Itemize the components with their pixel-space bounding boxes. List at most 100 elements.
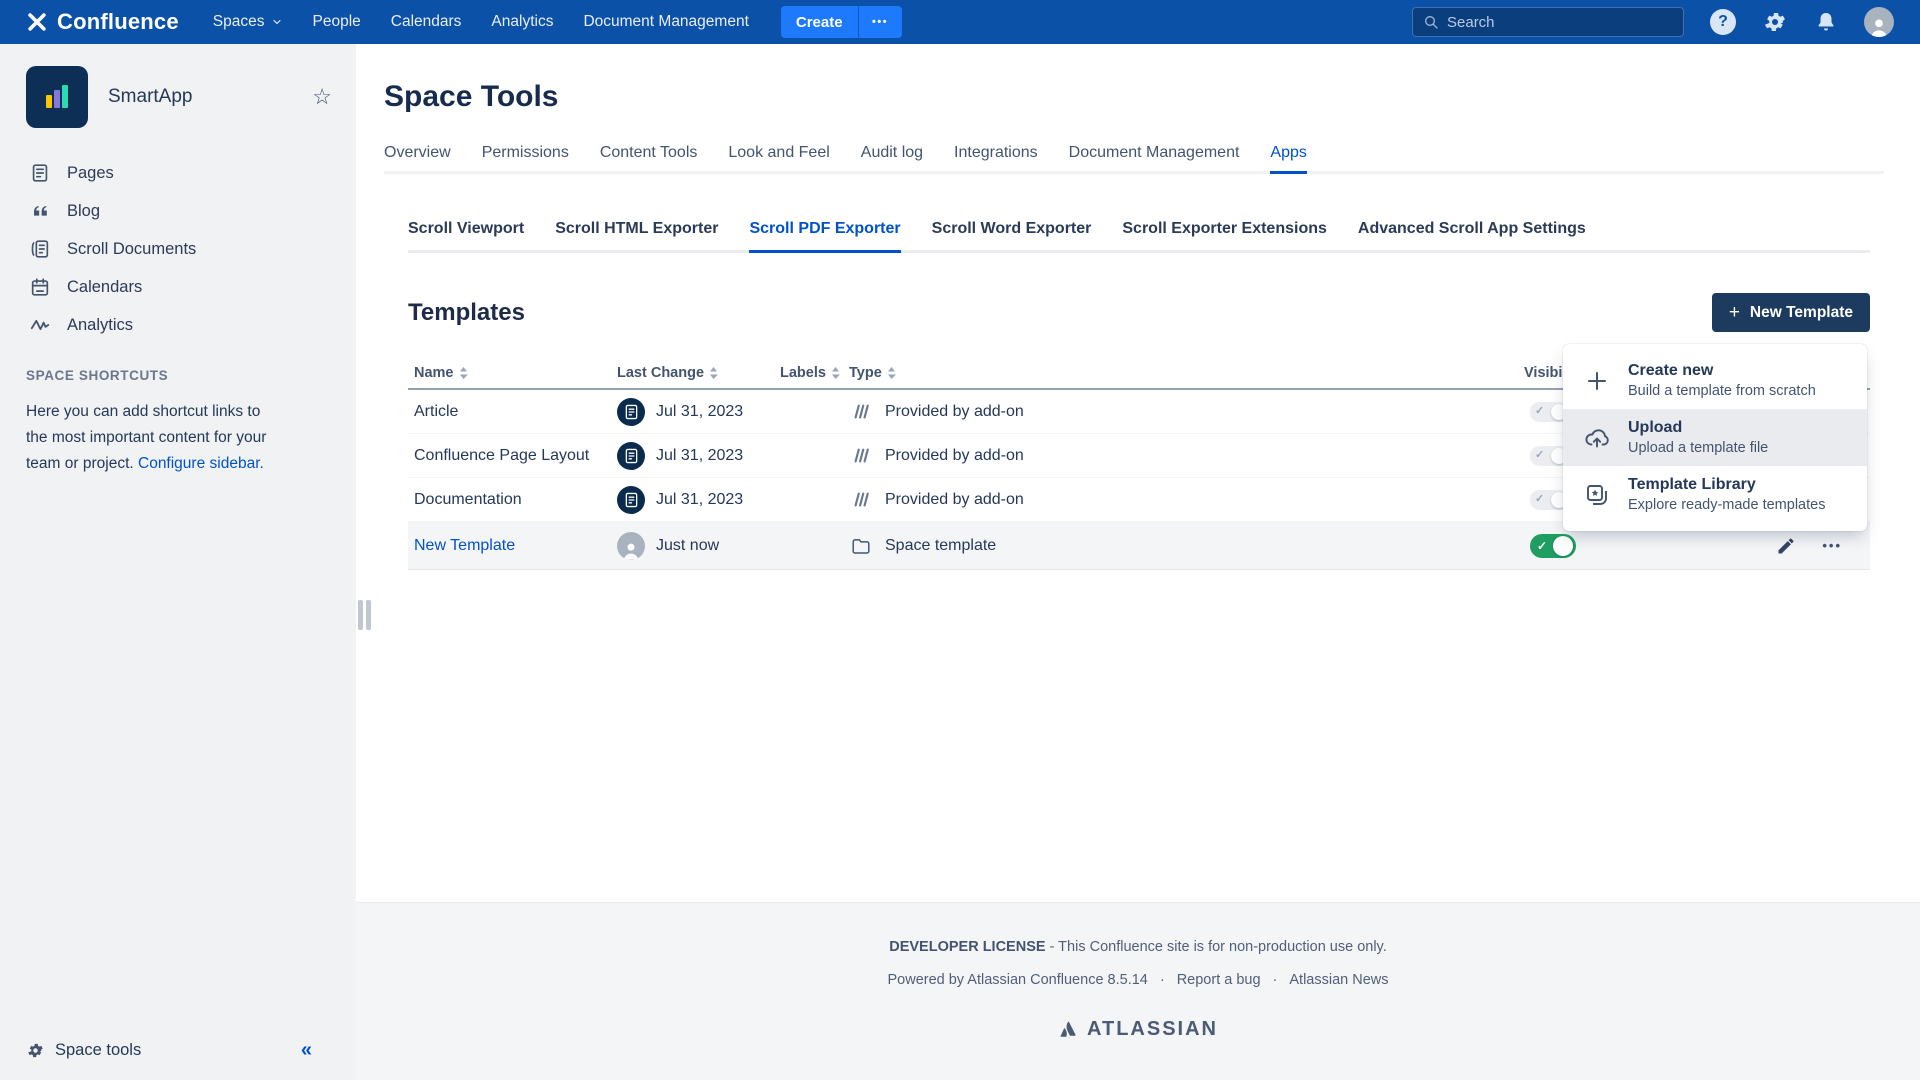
license-notice: DEVELOPER LICENSE - This Confluence site…	[356, 903, 1920, 955]
type-value: Provided by add-on	[885, 447, 1024, 465]
scroll-documents-icon	[28, 238, 52, 260]
tab-content-tools[interactable]: Content Tools	[600, 144, 698, 162]
addon-slashes-icon	[849, 491, 873, 508]
sidebar-menu: Pages Blog Scroll Documents Calendars	[26, 154, 332, 344]
user-avatar[interactable]	[1864, 7, 1894, 37]
tab-overview[interactable]: Overview	[384, 144, 451, 162]
configure-sidebar-link[interactable]: Configure sidebar.	[138, 455, 264, 472]
header-type[interactable]: Type	[849, 365, 896, 381]
primary-nav: Spaces People Calendars Analytics Docume…	[213, 13, 779, 31]
space-header: SmartApp ☆	[26, 66, 332, 128]
row-more-icon[interactable]: •••	[1822, 538, 1842, 553]
menu-item-create-new[interactable]: Create new Build a template from scratch	[1563, 352, 1867, 409]
nav-spaces[interactable]: Spaces	[213, 13, 283, 31]
new-template-dropdown: Create new Build a template from scratch…	[1563, 344, 1867, 531]
confluence-logo[interactable]: Confluence	[26, 9, 179, 35]
addon-avatar	[617, 442, 645, 470]
collapse-sidebar-button[interactable]: «	[301, 1040, 312, 1060]
nav-analytics[interactable]: Analytics	[491, 13, 553, 31]
tab-look-and-feel[interactable]: Look and Feel	[728, 144, 829, 162]
edit-pencil-icon[interactable]	[1776, 536, 1796, 556]
type-value: Space template	[885, 537, 996, 555]
powered-by-text: Powered by Atlassian Confluence 8.5.14	[887, 972, 1147, 988]
templates-heading: Templates	[408, 299, 525, 327]
subtab-advanced-scroll-app-settings[interactable]: Advanced Scroll App Settings	[1358, 220, 1586, 238]
type-value: Provided by add-on	[885, 403, 1024, 421]
sidebar-item-label: Calendars	[67, 278, 142, 297]
blog-icon	[28, 200, 52, 222]
favorite-star-icon[interactable]: ☆	[312, 86, 332, 108]
nav-people[interactable]: People	[313, 13, 361, 31]
addon-avatar	[617, 398, 645, 426]
create-more-button[interactable]: •••	[858, 6, 902, 38]
subtab-scroll-exporter-extensions[interactable]: Scroll Exporter Extensions	[1122, 220, 1327, 238]
pages-icon	[28, 162, 52, 184]
page-footer: DEVELOPER LICENSE - This Confluence site…	[356, 902, 1920, 1080]
sidebar-item-pages[interactable]: Pages	[26, 154, 332, 192]
tab-integrations[interactable]: Integrations	[954, 144, 1038, 162]
template-name-link[interactable]: New Template	[414, 537, 515, 554]
type-value: Provided by add-on	[885, 491, 1024, 509]
folder-icon	[849, 537, 873, 555]
last-change-value: Jul 31, 2023	[656, 403, 743, 421]
space-shortcuts-text: Here you can add shortcut links to the m…	[26, 399, 286, 477]
space-tools-gear-icon	[26, 1041, 45, 1060]
tab-apps[interactable]: Apps	[1270, 144, 1306, 162]
tab-permissions[interactable]: Permissions	[482, 144, 569, 162]
header-last-change[interactable]: Last Change	[617, 365, 718, 381]
sidebar-footer: Space tools «	[0, 1028, 356, 1072]
footer-links: Powered by Atlassian Confluence 8.5.14 ·…	[356, 972, 1920, 988]
sidebar-item-blog[interactable]: Blog	[26, 192, 332, 230]
header-labels[interactable]: Labels	[780, 365, 847, 381]
tab-audit-log[interactable]: Audit log	[861, 144, 923, 162]
settings-gear-icon[interactable]	[1762, 9, 1788, 35]
space-logo	[26, 66, 88, 128]
sidebar-item-label: Pages	[67, 164, 114, 183]
space-tools-label[interactable]: Space tools	[55, 1041, 141, 1060]
report-bug-link[interactable]: Report a bug	[1177, 972, 1261, 988]
search-icon	[1423, 14, 1439, 30]
sidebar-item-label: Scroll Documents	[67, 240, 196, 259]
visibility-toggle-on[interactable]: ✓	[1530, 534, 1576, 558]
sidebar-resize-handle[interactable]	[358, 600, 371, 630]
menu-item-upload[interactable]: Upload Upload a template file	[1563, 409, 1867, 466]
plus-icon: +	[1729, 303, 1740, 322]
subtab-scroll-word-exporter[interactable]: Scroll Word Exporter	[932, 220, 1092, 238]
search-box[interactable]	[1412, 7, 1684, 37]
user-avatar	[617, 532, 645, 560]
confluence-logo-icon	[26, 11, 48, 33]
create-button-group: Create •••	[781, 6, 902, 38]
create-button[interactable]: Create	[781, 6, 858, 38]
atlassian-logo: ATLASSIAN	[356, 1018, 1920, 1041]
nav-document-management[interactable]: Document Management	[583, 13, 748, 31]
main-area: Space Tools Overview Permissions Content…	[356, 44, 1920, 1080]
more-dots-icon: •••	[872, 16, 888, 28]
subtab-scroll-pdf-exporter[interactable]: Scroll PDF Exporter	[749, 220, 900, 238]
sidebar-item-calendars[interactable]: Calendars	[26, 268, 332, 306]
header-name[interactable]: Name	[414, 365, 614, 381]
template-name: Confluence Page Layout	[408, 447, 614, 465]
menu-item-template-library[interactable]: Template Library Explore ready-made temp…	[1563, 466, 1867, 523]
subtab-scroll-viewport[interactable]: Scroll Viewport	[408, 220, 524, 238]
notifications-bell-icon[interactable]	[1814, 10, 1838, 34]
sort-icon	[709, 366, 718, 380]
last-change-value: Jul 31, 2023	[656, 491, 743, 509]
nav-calendars[interactable]: Calendars	[391, 13, 462, 31]
sidebar-item-scroll-documents[interactable]: Scroll Documents	[26, 230, 332, 268]
template-library-icon	[1583, 483, 1611, 507]
help-icon[interactable]: ?	[1710, 9, 1736, 35]
space-sidebar: SmartApp ☆ Pages Blog Scroll Document	[0, 44, 356, 1080]
tab-document-management[interactable]: Document Management	[1069, 144, 1240, 162]
last-change-value: Jul 31, 2023	[656, 447, 743, 465]
atlassian-news-link[interactable]: Atlassian News	[1289, 972, 1388, 988]
search-input[interactable]	[1447, 14, 1673, 31]
top-nav-right: ?	[1412, 7, 1894, 37]
plus-icon	[1583, 369, 1611, 393]
brand-name: Confluence	[57, 9, 179, 35]
cloud-upload-icon	[1583, 426, 1611, 450]
analytics-icon	[28, 314, 52, 336]
subtab-scroll-html-exporter[interactable]: Scroll HTML Exporter	[555, 220, 718, 238]
space-name: SmartApp	[108, 86, 192, 108]
sidebar-item-analytics[interactable]: Analytics	[26, 306, 332, 344]
new-template-button[interactable]: + New Template	[1712, 293, 1870, 332]
